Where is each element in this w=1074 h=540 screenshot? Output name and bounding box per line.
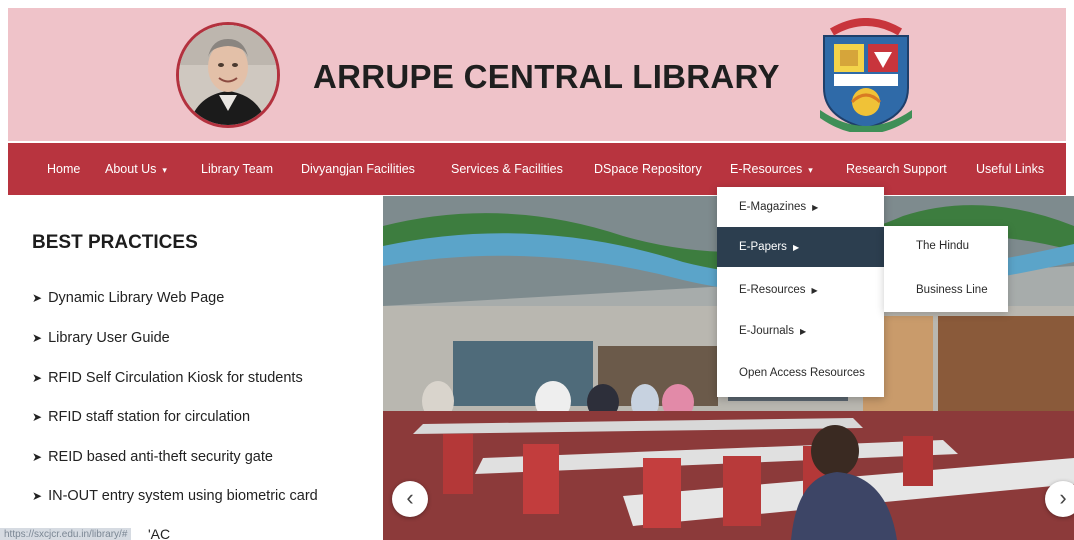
practice-link[interactable]: ➤ RFID staff station for circulation bbox=[32, 409, 250, 425]
best-practices-panel: BEST PRACTICES ➤ Dynamic Library Web Page… bbox=[8, 196, 380, 540]
slider-prev-button[interactable]: ‹ bbox=[392, 481, 428, 517]
dropdown-label: Open Access Resources bbox=[739, 367, 865, 379]
dropdown-item-e-magazines[interactable]: E-Magazines ▶ bbox=[717, 187, 884, 227]
practice-link-partial[interactable]: 'AC bbox=[148, 526, 170, 540]
dropdown-label: E-Magazines bbox=[739, 201, 807, 213]
chevron-right-icon: ▶ bbox=[792, 243, 800, 252]
practice-link[interactable]: ➤ IN-OUT entry system using biometric car… bbox=[32, 488, 318, 504]
practice-label: Dynamic Library Web Page bbox=[48, 290, 225, 306]
practice-label: RFID Self Circulation Kiosk for students bbox=[48, 370, 303, 386]
dropdown-label: E-Resources bbox=[739, 284, 806, 296]
main-nav: Home About Us ▾ Library Team Divyangjan F… bbox=[8, 143, 1066, 195]
slider-next-button[interactable]: › bbox=[1045, 481, 1074, 517]
e-resources-dropdown: E-Magazines ▶ E-Papers ▶ E-Resources ▶ E-Jo… bbox=[717, 187, 884, 397]
nav-services-facilities[interactable]: Services & Facilities bbox=[451, 143, 563, 195]
arrow-bullet-icon: ➤ bbox=[32, 489, 43, 503]
nav-about-us-label: About Us bbox=[105, 162, 157, 176]
practice-label: RFID staff station for circulation bbox=[48, 409, 251, 425]
practice-link[interactable]: ➤ RFID Self Circulation Kiosk for student… bbox=[32, 370, 303, 386]
nav-services-label: Services & Facilities bbox=[451, 162, 563, 176]
chevron-right-icon: ▶ bbox=[812, 203, 819, 212]
arrow-bullet-icon: ➤ bbox=[32, 331, 43, 345]
chevron-right-icon: ▶ bbox=[799, 327, 807, 336]
nav-research-support-label: Research Support bbox=[846, 162, 947, 176]
nav-divyangjan-label: Divyangjan Facilities bbox=[301, 162, 415, 176]
dropdown-item-e-papers[interactable]: E-Papers ▶ bbox=[717, 227, 884, 267]
nav-about-us[interactable]: About Us ▾ bbox=[105, 143, 167, 195]
site-title: ARRUPE CENTRAL LIBRARY bbox=[313, 58, 780, 95]
section-title: BEST PRACTICES bbox=[32, 232, 198, 253]
founder-portrait bbox=[176, 22, 280, 128]
dropdown-item-e-resources[interactable]: E-Resources ▶ bbox=[717, 270, 884, 310]
dropdown-item-open-access-resources[interactable]: Open Access Resources bbox=[717, 353, 884, 393]
dropdown-item-e-journals[interactable]: E-Journals ▶ bbox=[717, 311, 884, 351]
chevron-down-icon: ▾ bbox=[162, 165, 167, 175]
status-bar-url: https://sxcjcr.edu.in/library/# bbox=[0, 528, 132, 540]
practice-label: REID based anti-theft security gate bbox=[48, 449, 273, 465]
site-header: ARRUPE CENTRAL LIBRARY bbox=[8, 8, 1066, 141]
arrow-bullet-icon: ➤ bbox=[32, 450, 43, 464]
nav-divyangjan-facilities[interactable]: Divyangjan Facilities bbox=[301, 143, 415, 195]
nav-useful-links-label: Useful Links bbox=[976, 162, 1045, 176]
arrow-bullet-icon: ➤ bbox=[32, 410, 43, 424]
nav-useful-links[interactable]: Useful Links bbox=[976, 143, 1044, 195]
practice-link[interactable]: ➤ Library User Guide bbox=[32, 330, 170, 346]
dropdown-label: E-Journals bbox=[739, 325, 794, 337]
practice-label: IN-OUT entry system using biometric card bbox=[48, 488, 318, 504]
college-logo bbox=[812, 18, 920, 134]
nav-library-team[interactable]: Library Team bbox=[201, 143, 273, 195]
nav-home-label: Home bbox=[47, 162, 81, 176]
e-papers-submenu: The Hindu Business Line bbox=[884, 226, 1008, 312]
arrow-bullet-icon: ➤ bbox=[32, 291, 43, 305]
practice-link[interactable]: ➤ REID based anti-theft security gate bbox=[32, 449, 273, 465]
nav-library-team-label: Library Team bbox=[201, 162, 274, 176]
chevron-down-icon: ▾ bbox=[808, 165, 813, 175]
nav-dspace-label: DSpace Repository bbox=[594, 162, 702, 176]
nav-dspace-repository[interactable]: DSpace Repository bbox=[594, 143, 702, 195]
nav-home[interactable]: Home bbox=[47, 143, 80, 195]
practice-link[interactable]: ➤ Dynamic Library Web Page bbox=[32, 290, 224, 306]
dropdown-label: E-Papers bbox=[739, 241, 787, 253]
page: ARRUPE CENTRAL LIBRARY Home About Us ▾ Li… bbox=[0, 0, 1074, 540]
practice-label: Library User Guide bbox=[48, 330, 170, 346]
submenu-item-the-hindu[interactable]: The Hindu bbox=[884, 226, 1008, 266]
submenu-item-business-line[interactable]: Business Line bbox=[884, 270, 1008, 310]
arrow-bullet-icon: ➤ bbox=[32, 371, 43, 385]
nav-e-resources-label: E-Resources bbox=[730, 162, 803, 176]
chevron-right-icon: ▶ bbox=[811, 286, 818, 295]
